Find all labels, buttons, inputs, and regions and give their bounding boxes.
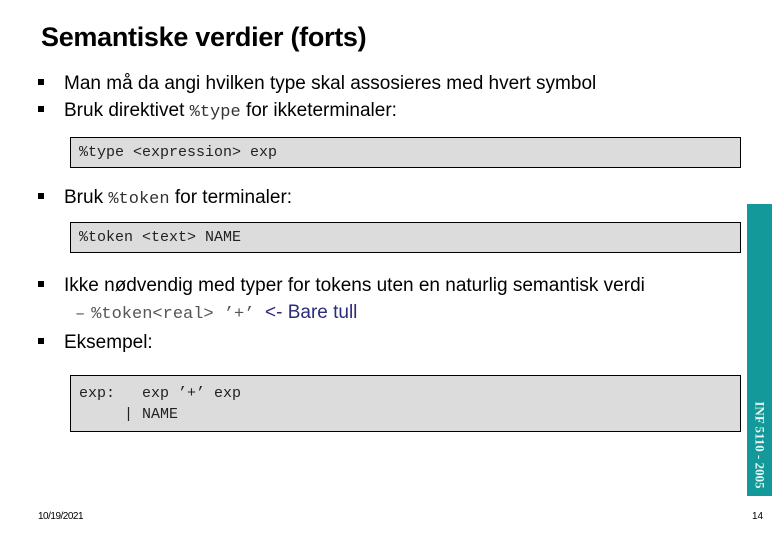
code-block-token-decl: %token <text> NAME bbox=[70, 222, 741, 253]
bullet-square-icon bbox=[38, 280, 44, 287]
sub-bullet-note: <- Bare tull bbox=[265, 302, 358, 323]
inline-code: %type bbox=[189, 103, 241, 122]
code-block-grammar: exp: exp ’+’ exp | NAME bbox=[70, 375, 741, 432]
side-accent-bar: INF 5110 - 2005 bbox=[747, 204, 772, 496]
bullet-text: Bruk direktivet bbox=[64, 100, 190, 121]
bullet-square-icon bbox=[38, 105, 44, 112]
bullet-text: Man må da angi hvilken type skal assosie… bbox=[64, 73, 597, 94]
bullet-item: Man må da angi hvilken type skal assosie… bbox=[38, 73, 596, 95]
side-label: INF 5110 - 2005 bbox=[752, 400, 768, 489]
inline-code: %token bbox=[108, 190, 170, 209]
bullet-text: Bruk bbox=[64, 187, 109, 208]
bullet-item: Ikke nødvendig med typer for tokens uten… bbox=[38, 275, 645, 297]
sub-bullet-item: – %token<real> ’+’ <- Bare tull bbox=[75, 302, 357, 324]
bullet-square-icon bbox=[38, 337, 44, 344]
bullet-text: Eksempel: bbox=[64, 332, 153, 353]
bullet-square-icon bbox=[38, 78, 44, 85]
page-number: 14 bbox=[752, 511, 764, 522]
bullet-square-icon bbox=[38, 192, 44, 199]
code-block-type-decl: %type <expression> exp bbox=[70, 137, 741, 168]
bullet-text: for terminaler: bbox=[169, 187, 293, 208]
sub-bullet-dash: – bbox=[75, 305, 86, 324]
bullet-item: Eksempel: bbox=[38, 332, 153, 354]
bullet-text: Ikke nødvendig med typer for tokens uten… bbox=[64, 275, 645, 296]
inline-code: %token<real> ’+’ bbox=[91, 305, 255, 324]
footer-date: 10/19/2021 bbox=[38, 511, 84, 522]
slide-title: Semantiske verdier (forts) bbox=[41, 22, 367, 52]
bullet-text: for ikketerminaler: bbox=[240, 100, 397, 121]
bullet-item: Bruk %token for terminaler: bbox=[38, 187, 292, 211]
bullet-item: Bruk direktivet %type for ikketerminaler… bbox=[38, 100, 397, 124]
